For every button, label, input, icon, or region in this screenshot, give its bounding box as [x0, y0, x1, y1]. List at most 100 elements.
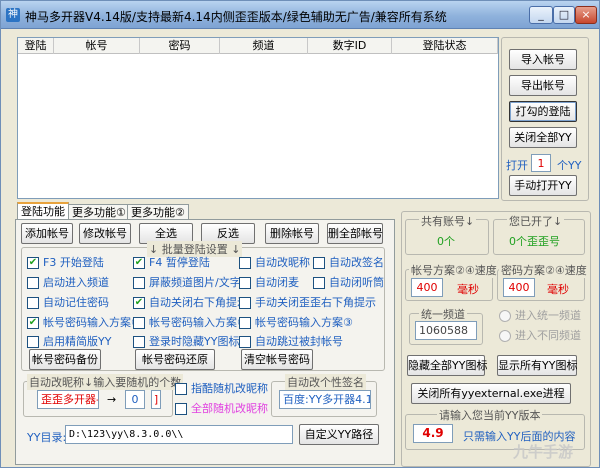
- auto-mute-speaker-checkbox[interactable]: 自动闭听筒: [313, 276, 384, 290]
- input-plan-2-checkbox[interactable]: 帐号密码输入方案②: [133, 316, 247, 330]
- checkbox-label: 启动进入频道: [43, 276, 109, 289]
- column-header[interactable]: 登陆状态: [392, 38, 498, 54]
- account-speed-label: 帐号方案②④速度: [409, 262, 499, 278]
- yy-dir-label: YY目录:: [27, 431, 67, 444]
- manual-open-yy-button[interactable]: 手动打开YY: [509, 175, 577, 196]
- auto-sign-checkbox[interactable]: 自动改签名: [313, 256, 384, 270]
- main-window: 神 神马多开器V4.14版/支持最新4.14内侧歪歪版本/绿色辅助无广告/兼容所…: [0, 0, 600, 468]
- hide-all-yy-icons-button[interactable]: 隐藏全部YY图标: [407, 355, 487, 376]
- all-random-nick-checkbox[interactable]: 全部随机改昵称: [175, 402, 268, 416]
- password-speed-unit: 毫秒: [547, 283, 569, 296]
- tab-more-2[interactable]: 更多功能②: [127, 204, 189, 220]
- checkbox-label: 自动跳过被封帐号: [255, 335, 343, 348]
- skip-banned-checkbox[interactable]: 自动跳过被封帐号: [239, 335, 343, 349]
- input-plan-3-checkbox[interactable]: 帐号密码输入方案③: [239, 316, 353, 330]
- close-yyexternal-button[interactable]: 关闭所有yyexternal.exe进程: [411, 383, 571, 404]
- checkbox-label: 自动关闭右下角提示: [149, 296, 248, 309]
- restore-accounts-button[interactable]: 帐号密码还原: [135, 349, 215, 370]
- enter-different-channel-radio[interactable]: 进入不同频道: [499, 329, 581, 343]
- f4-pause-login-checkbox[interactable]: ✔ F4 暂停登陆: [133, 256, 210, 270]
- random-nick-checkbox[interactable]: 指酷随机改昵称: [175, 382, 268, 396]
- export-account-button[interactable]: 导出帐号: [509, 75, 577, 96]
- radio-dot: [499, 310, 511, 322]
- column-header[interactable]: 帐号: [54, 38, 140, 54]
- hide-icon-on-login-checkbox[interactable]: 登录时隐藏YY图标: [133, 335, 239, 349]
- checkbox-box: [27, 297, 39, 309]
- checkbox-box: [239, 297, 251, 309]
- open-suffix-label: 个YY: [557, 159, 582, 172]
- auto-close-tip-checkbox[interactable]: ✔ 自动关闭右下角提示: [133, 296, 248, 310]
- password-speed-input[interactable]: 400: [503, 278, 535, 297]
- auto-nick-checkbox[interactable]: 自动改昵称: [239, 256, 310, 270]
- table-header: 登陆 帐号 密码 频道 数字ID 登陆状态: [18, 38, 498, 54]
- import-account-button[interactable]: 导入帐号: [509, 49, 577, 70]
- checkbox-label: 自动记住密码: [43, 296, 109, 309]
- opened-accounts-label: 您已开了↓: [507, 213, 565, 229]
- batch-login-group-label: ↓ 批量登陆设置 ↓: [147, 241, 243, 257]
- yy-dir-input[interactable]: D:\123\yy\8.3.0.0\\: [65, 425, 293, 444]
- simple-mode-checkbox[interactable]: 启用精简版YY: [27, 335, 111, 349]
- login-checked-button[interactable]: 打勾的登陆: [509, 101, 577, 122]
- auto-enter-channel-checkbox[interactable]: 启动进入频道: [27, 276, 109, 290]
- account-speed-input[interactable]: 400: [411, 278, 443, 297]
- column-header[interactable]: 频道: [220, 38, 308, 54]
- checkbox-label: 帐号密码输入方案②: [149, 316, 247, 329]
- checkbox-box: [27, 277, 39, 289]
- checkbox-label: F4 暂停登陆: [149, 256, 210, 269]
- custom-yy-path-button[interactable]: 自定义YY路径: [299, 424, 379, 445]
- input-plan-1-checkbox[interactable]: ✔ 帐号密码输入方案①: [27, 316, 141, 330]
- sign-input[interactable]: 百度:YY多开器4.13: [279, 390, 371, 409]
- column-header[interactable]: 数字ID: [308, 38, 392, 54]
- enter-unified-channel-radio[interactable]: 进入统一频道: [499, 309, 581, 323]
- open-prefix-label: 打开: [506, 159, 528, 172]
- total-accounts-label: 共有账号↓: [419, 213, 477, 229]
- batch-login-group-text: 批量登陆设置: [161, 243, 228, 256]
- tab-more-1[interactable]: 更多功能①: [68, 204, 130, 220]
- checkbox-box: [175, 403, 187, 415]
- radio-label: 进入统一频道: [515, 309, 581, 322]
- checkbox-label: 帐号密码输入方案③: [255, 316, 353, 329]
- column-header[interactable]: 登陆: [18, 38, 54, 54]
- tab-login[interactable]: 登陆功能: [17, 202, 69, 220]
- backup-accounts-button[interactable]: 帐号密码备份: [29, 349, 101, 370]
- nick-number-input[interactable]: 0: [125, 390, 145, 409]
- maximize-button[interactable]: □: [553, 6, 575, 24]
- delete-all-accounts-button[interactable]: 删全部帐号: [327, 223, 383, 244]
- minimize-button[interactable]: _: [529, 6, 553, 24]
- app-icon: 神: [6, 8, 20, 22]
- f3-start-login-checkbox[interactable]: ✔ F3 开始登陆: [27, 256, 104, 270]
- checkbox-label: 自动改昵称: [255, 256, 310, 269]
- checkbox-label: 启用精简版YY: [43, 335, 112, 348]
- clear-accounts-button[interactable]: 清空帐号密码: [241, 349, 313, 370]
- version-label: 请输入您当前YY版本: [437, 407, 543, 423]
- checkbox-box: [313, 257, 325, 269]
- radio-dot: [499, 330, 511, 342]
- add-account-button[interactable]: 添加帐号: [21, 223, 73, 244]
- close-all-yy-button[interactable]: 关闭全部YY: [509, 127, 577, 148]
- version-input[interactable]: 4.9: [413, 424, 453, 443]
- account-table[interactable]: 登陆 帐号 密码 频道 数字ID 登陆状态: [17, 37, 499, 199]
- window-title: 神马多开器V4.14版/支持最新4.14内侧歪歪版本/绿色辅助无广告/兼容所有系…: [25, 10, 447, 24]
- unified-channel-input[interactable]: 1060588: [415, 321, 477, 340]
- unified-channel-label: 统一频道: [419, 306, 467, 322]
- open-count-input[interactable]: 1: [531, 154, 551, 172]
- auto-remember-password-checkbox[interactable]: 自动记住密码: [27, 296, 109, 310]
- nick-prefix-input[interactable]: 歪歪多开器-[: [37, 390, 99, 409]
- check-icon: ✔: [133, 257, 145, 269]
- edit-account-button[interactable]: 修改帐号: [79, 223, 131, 244]
- nick-suffix-input[interactable]: ]: [151, 390, 161, 409]
- checkbox-label: F3 开始登陆: [43, 256, 104, 269]
- auto-mute-mic-checkbox[interactable]: 自动闭麦: [239, 276, 299, 290]
- password-speed-label: 密码方案②④速度: [499, 262, 589, 278]
- block-channel-media-checkbox[interactable]: 屏蔽频道图片/文字: [133, 276, 241, 290]
- checkbox-label: 手动关闭歪歪右下角提示: [255, 296, 376, 309]
- checkbox-box: [313, 277, 325, 289]
- close-button[interactable]: ×: [575, 6, 597, 24]
- column-header[interactable]: 密码: [140, 38, 220, 54]
- auto-nick-group-label: 自动改昵称↓输入要随机的个数: [27, 374, 184, 390]
- show-all-yy-icons-button[interactable]: 显示所有YY图标: [497, 355, 577, 376]
- manual-close-tip-checkbox[interactable]: 手动关闭歪歪右下角提示: [239, 296, 376, 310]
- title-bar: 神 神马多开器V4.14版/支持最新4.14内侧歪歪版本/绿色辅助无广告/兼容所…: [1, 1, 599, 29]
- checkbox-box: [27, 336, 39, 348]
- delete-account-button[interactable]: 删除帐号: [265, 223, 319, 244]
